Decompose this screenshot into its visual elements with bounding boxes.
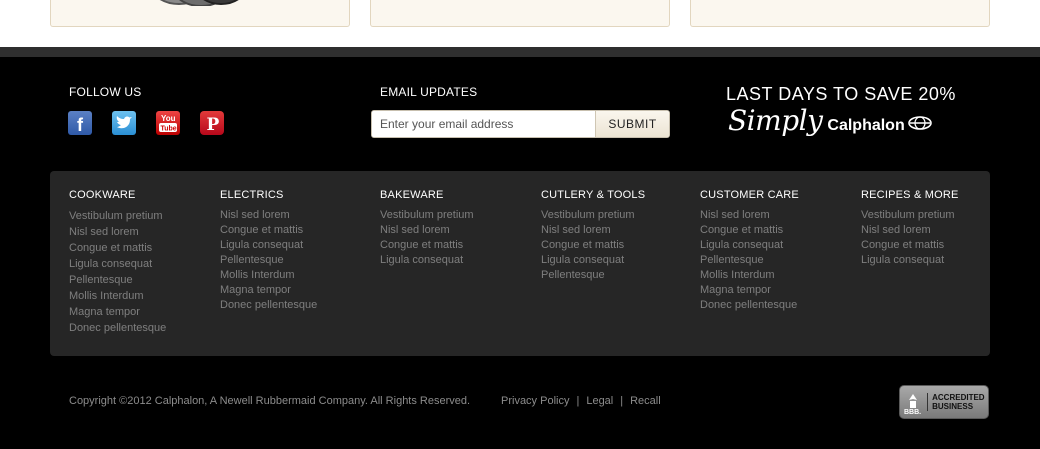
bbb-label: ACCREDITED BUSINESS: [927, 393, 985, 411]
bbb-torch-icon: BBB.: [904, 388, 921, 416]
link-separator: |: [620, 395, 624, 407]
footer-link[interactable]: Nisl sed lorem: [220, 208, 317, 223]
follow-us-title: FOLLOW US: [69, 85, 142, 99]
footer-link[interactable]: Pellentesque: [69, 272, 166, 288]
footer-column-cookware: COOKWARE Vestibulum pretium Nisl sed lor…: [69, 189, 166, 336]
pinterest-icon[interactable]: P: [200, 111, 224, 135]
footer-link[interactable]: Vestibulum pretium: [69, 208, 166, 224]
twitter-icon[interactable]: [112, 111, 136, 135]
youtube-icon-text: Tube: [161, 126, 177, 133]
footer-column-recipes-more: RECIPES & MORE Vestibulum pretium Nisl s…: [861, 189, 959, 268]
promo-script-text: Simply: [728, 104, 823, 137]
youtube-icon-text: You: [161, 114, 176, 123]
footer-link[interactable]: Donec pellentesque: [700, 298, 799, 313]
footer-link[interactable]: Nisl sed lorem: [861, 223, 959, 238]
footer-link[interactable]: Mollis Interdum: [220, 268, 317, 283]
bbb-line-1: ACCREDITED: [932, 393, 985, 402]
footer-link[interactable]: Pellentesque: [220, 253, 317, 268]
footer-link[interactable]: Nisl sed lorem: [541, 223, 645, 238]
footer-link[interactable]: Vestibulum pretium: [380, 208, 474, 223]
footer-link[interactable]: Magna tempor: [69, 304, 166, 320]
footer-link[interactable]: Ligula consequat: [69, 256, 166, 272]
product-card[interactable]: [690, 0, 990, 27]
footer-link[interactable]: Magna tempor: [700, 283, 799, 298]
email-updates-title: EMAIL UPDATES: [380, 85, 478, 99]
column-title[interactable]: COOKWARE: [69, 189, 166, 201]
column-title[interactable]: BAKEWARE: [380, 189, 474, 201]
footer-link[interactable]: Pellentesque: [700, 253, 799, 268]
footer-link[interactable]: Mollis Interdum: [69, 288, 166, 304]
submit-button[interactable]: SUBMIT: [595, 111, 669, 137]
email-input[interactable]: [372, 111, 595, 137]
footer-link[interactable]: Pellentesque: [541, 268, 645, 283]
legal-link[interactable]: Legal: [586, 395, 613, 407]
footer-link[interactable]: Congue et mattis: [220, 223, 317, 238]
footer-links-panel: COOKWARE Vestibulum pretium Nisl sed lor…: [50, 171, 990, 356]
product-card[interactable]: [370, 0, 670, 27]
copyright-text: Copyright ©2012 Calphalon, A Newell Rubb…: [69, 395, 471, 407]
footer-column-electrics: ELECTRICS Nisl sed lorem Congue et matti…: [220, 189, 317, 313]
product-card[interactable]: [50, 0, 350, 27]
column-title[interactable]: CUSTOMER CARE: [700, 189, 799, 201]
svg-text:f: f: [77, 115, 84, 135]
footer-link[interactable]: Ligula consequat: [861, 253, 959, 268]
footer-link[interactable]: Vestibulum pretium: [541, 208, 645, 223]
footer-link[interactable]: Donec pellentesque: [220, 298, 317, 313]
cookware-lids-image: [159, 0, 239, 6]
footer-link[interactable]: Congue et mattis: [541, 238, 645, 253]
footer-link[interactable]: Mollis Interdum: [700, 268, 799, 283]
recall-link[interactable]: Recall: [630, 395, 661, 407]
footer-link[interactable]: Ligula consequat: [700, 238, 799, 253]
footer-column-bakeware: BAKEWARE Vestibulum pretium Nisl sed lor…: [380, 189, 474, 268]
privacy-policy-link[interactable]: Privacy Policy: [501, 395, 569, 407]
column-title[interactable]: ELECTRICS: [220, 189, 317, 201]
footer-link[interactable]: Ligula consequat: [220, 238, 317, 253]
calphalon-logo-icon: [907, 116, 932, 130]
content-area-top: [0, 0, 1040, 47]
footer-column-cutlery-tools: CUTLERY & TOOLS Vestibulum pretium Nisl …: [541, 189, 645, 283]
footer-link[interactable]: Congue et mattis: [380, 238, 474, 253]
footer-link[interactable]: Vestibulum pretium: [861, 208, 959, 223]
footer-link[interactable]: Magna tempor: [220, 283, 317, 298]
youtube-icon[interactable]: You Tube: [156, 111, 180, 135]
email-signup-form: SUBMIT: [371, 110, 670, 138]
column-title[interactable]: CUTLERY & TOOLS: [541, 189, 645, 201]
footer-top-border: [0, 47, 1040, 57]
footer-link[interactable]: Nisl sed lorem: [380, 223, 474, 238]
footer-link[interactable]: Nisl sed lorem: [700, 208, 799, 223]
footer-link[interactable]: Congue et mattis: [861, 238, 959, 253]
footer-link[interactable]: Congue et mattis: [700, 223, 799, 238]
footer-link[interactable]: Ligula consequat: [541, 253, 645, 268]
footer-link[interactable]: Donec pellentesque: [69, 320, 166, 336]
footer-link[interactable]: Ligula consequat: [380, 253, 474, 268]
bbb-line-2: BUSINESS: [932, 402, 974, 411]
facebook-icon[interactable]: f: [68, 111, 92, 135]
promo-headline[interactable]: LAST DAYS TO SAVE 20%: [726, 84, 956, 105]
footer-link[interactable]: Congue et mattis: [69, 240, 166, 256]
footer-link[interactable]: Nisl sed lorem: [69, 224, 166, 240]
link-separator: |: [576, 395, 580, 407]
calphalon-brand-text: Calphalon: [827, 117, 905, 134]
bbb-accredited-badge[interactable]: BBB. ACCREDITED BUSINESS: [899, 385, 989, 419]
bbb-mark-text: BBB.: [904, 409, 922, 416]
svg-text:P: P: [207, 115, 220, 135]
column-title[interactable]: RECIPES & MORE: [861, 189, 959, 201]
footer-column-customer-care: CUSTOMER CARE Nisl sed lorem Congue et m…: [700, 189, 799, 313]
simply-calphalon-logo[interactable]: Simply Calphalon: [728, 104, 932, 137]
legal-links: Privacy Policy | Legal | Recall: [501, 395, 661, 407]
